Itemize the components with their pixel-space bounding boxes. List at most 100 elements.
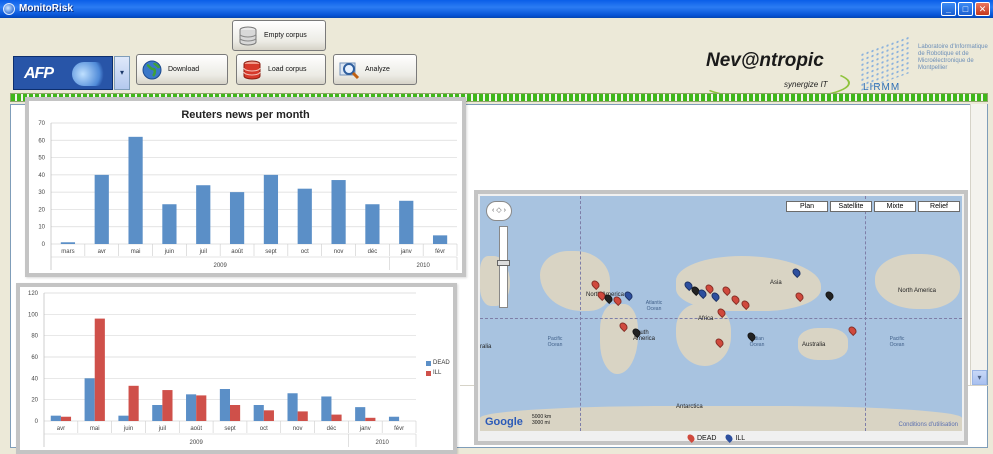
- bar: [365, 204, 380, 244]
- x-tick-label: juil: [199, 249, 207, 255]
- year-label: 2010: [376, 440, 390, 446]
- map-legend-ill-label: ILL: [735, 434, 746, 442]
- y-tick-label: 20: [38, 207, 45, 213]
- lirmm-wordmark: LIRMM: [863, 82, 901, 93]
- y-tick-label: 100: [28, 312, 39, 318]
- source-dropdown-button[interactable]: ▾: [114, 56, 130, 90]
- y-tick-label: 0: [42, 242, 46, 248]
- bar: [331, 180, 346, 244]
- map-type-satellite[interactable]: Satellite: [830, 201, 872, 212]
- dead-pin-icon: [686, 433, 696, 443]
- bar: [152, 405, 163, 421]
- map-label-asia: Asia: [770, 280, 782, 286]
- terms-link[interactable]: Conditions d'utilisation: [898, 422, 958, 428]
- bar: [263, 410, 274, 421]
- bar: [162, 390, 173, 421]
- y-tick-label: 0: [35, 419, 39, 425]
- toolbar: AFP ▾ Empty corpus Download Load corpus: [0, 18, 993, 100]
- x-tick-label: août: [190, 426, 202, 432]
- dateline-right: [865, 196, 866, 431]
- bar: [118, 415, 129, 421]
- x-tick-label: mars: [61, 249, 74, 255]
- world-map[interactable]: North America North America Atlantic Oce…: [480, 196, 962, 431]
- x-tick-label: avr: [98, 249, 106, 255]
- map-label-atlantic: Atlantic Ocean: [645, 300, 663, 312]
- vertical-scrollbar[interactable]: ▾: [970, 104, 987, 386]
- antarctica-land: [480, 406, 962, 431]
- y-tick-label: 50: [38, 156, 45, 162]
- x-tick-label: sept: [265, 249, 277, 255]
- legend-dead-swatch: [426, 360, 431, 366]
- y-tick-label: 60: [31, 355, 38, 361]
- bar: [50, 415, 61, 421]
- x-tick-label: déc: [327, 426, 337, 432]
- afp-swoosh-icon: [72, 62, 108, 86]
- x-tick-label: mai: [90, 426, 100, 432]
- year-label: 2009: [213, 263, 227, 269]
- bar: [162, 204, 177, 244]
- map-marker-dead[interactable]: [846, 324, 859, 337]
- bar: [297, 411, 308, 421]
- equator-line: [480, 318, 962, 319]
- load-corpus-button[interactable]: Load corpus: [236, 54, 326, 85]
- map-marker-black[interactable]: [823, 289, 836, 302]
- y-tick-label: 60: [38, 138, 45, 144]
- bar: [60, 416, 72, 421]
- map-type-plan[interactable]: Plan: [786, 201, 828, 212]
- close-button[interactable]: ✕: [975, 2, 990, 16]
- dead-ill-chart: 0 20 40 60 80 100 120 avr mai juin juil août sept oct…: [16, 283, 457, 454]
- x-tick-label: juin: [123, 426, 133, 432]
- map-legend-dead: DEAD: [686, 433, 716, 443]
- empty-corpus-button[interactable]: Empty corpus: [232, 20, 326, 51]
- load-corpus-label: Load corpus: [268, 66, 307, 73]
- map-label-ralia: ralia: [480, 344, 492, 350]
- bar: [263, 174, 279, 244]
- x-tick-label: févr: [394, 426, 404, 432]
- analyze-label: Analyze: [365, 66, 390, 73]
- bar: [128, 136, 143, 244]
- maximize-button[interactable]: □: [958, 2, 973, 16]
- source-select[interactable]: AFP: [13, 56, 113, 90]
- map-label-north-america-east: North America: [898, 288, 937, 294]
- legend-ill-swatch: [426, 370, 431, 376]
- map-label-antarctica: Antarctica: [676, 404, 703, 410]
- download-button[interactable]: Download: [136, 54, 228, 85]
- map-marker-ill[interactable]: [622, 289, 635, 302]
- map-legend-ill: ILL: [724, 433, 746, 443]
- dateline-left: [580, 196, 581, 431]
- x-tick-label: janv: [400, 249, 412, 255]
- bar: [365, 417, 376, 421]
- y-tick-label: 40: [31, 376, 38, 382]
- map-pan-control[interactable]: ‹ ◇ ›: [486, 201, 512, 221]
- ill-pin-icon: [724, 433, 735, 443]
- minimize-button[interactable]: _: [941, 2, 956, 16]
- window-title: MonitoRisk: [19, 3, 73, 14]
- map-type-mixte[interactable]: Mixte: [874, 201, 916, 212]
- bar: [196, 185, 211, 244]
- x-tick-label: oct: [301, 249, 309, 255]
- globe-icon: [142, 60, 162, 79]
- bar: [432, 235, 448, 244]
- nevantropic-wordmark: Nev@ntropic: [706, 50, 824, 71]
- legend-ill: ILL: [426, 370, 441, 376]
- bar: [128, 385, 139, 421]
- empty-corpus-label: Empty corpus: [264, 32, 307, 39]
- bar: [186, 394, 197, 421]
- x-tick-label: juin: [164, 249, 174, 255]
- map-type-mixte-label: Mixte: [886, 203, 904, 210]
- map-type-relief-label: Relief: [930, 203, 948, 210]
- map-type-relief[interactable]: Relief: [918, 201, 960, 212]
- bar: [253, 405, 264, 421]
- x-tick-label: janv: [359, 426, 371, 432]
- map-zoom-thumb[interactable]: [497, 260, 510, 266]
- scroll-down-arrow-icon[interactable]: ▾: [972, 370, 987, 385]
- y-tick-label: 70: [38, 121, 45, 127]
- bar: [196, 395, 207, 421]
- analyze-button[interactable]: Analyze: [333, 54, 417, 85]
- x-tick-label: nov: [334, 249, 344, 255]
- bar: [331, 414, 342, 421]
- map-zoom-slider[interactable]: [499, 226, 508, 308]
- red-database-icon: [243, 60, 261, 80]
- map-label-africa: Africa: [698, 316, 714, 322]
- dead-ill-chart-svg: 0 20 40 60 80 100 120 avr mai juin juil août sept oct…: [28, 291, 417, 447]
